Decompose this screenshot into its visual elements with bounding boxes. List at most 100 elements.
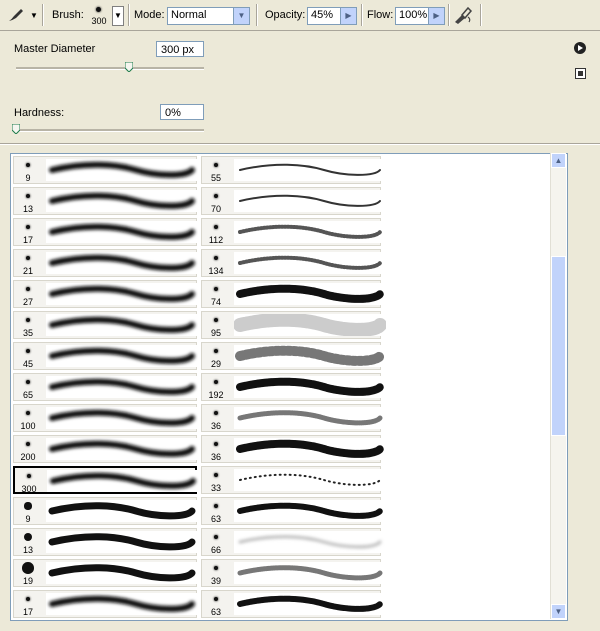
chevron-down-icon[interactable]: ▼ (233, 8, 249, 24)
brush-tip-dot (214, 287, 218, 291)
brush-size-label: 19 (22, 576, 33, 586)
brush-tip-dot (24, 502, 32, 510)
brush-preset-item[interactable]: 9 (13, 156, 198, 184)
brush-tip-icon: 65 (14, 374, 42, 400)
mode-label: Mode: (134, 9, 165, 21)
brush-size-label: 95 (210, 328, 221, 338)
opacity-value: 45% (311, 9, 334, 21)
brush-stroke-preview (234, 500, 386, 522)
master-diameter-slider[interactable] (16, 67, 204, 70)
master-diameter-label: Master Diameter (14, 43, 96, 55)
brush-size-label: 192 (208, 390, 224, 400)
brush-preset-item[interactable]: 66 (201, 528, 386, 556)
vertical-scrollbar[interactable]: ▲ ▼ (550, 153, 566, 619)
brush-preset-item[interactable]: 17 (13, 218, 198, 246)
brush-stroke-preview (234, 469, 386, 491)
new-preset-icon[interactable] (575, 68, 586, 79)
brush-stroke-preview (46, 531, 198, 553)
brush-tip-icon: 17 (14, 591, 42, 617)
flow-field[interactable]: 100% ▶ (395, 7, 445, 25)
brush-tip-dot (26, 163, 30, 167)
brush-preset-item[interactable]: 63 (201, 590, 386, 618)
opacity-field[interactable]: 45% ▶ (307, 7, 357, 25)
brush-size-label: 112 (208, 235, 224, 245)
brush-stroke-preview (46, 252, 198, 274)
panel-menu-icon[interactable] (574, 42, 586, 54)
brush-preset-item[interactable]: 74 (201, 280, 386, 308)
brush-stroke-preview (46, 438, 198, 460)
master-diameter-slider-thumb[interactable] (124, 62, 133, 72)
brush-stroke-preview (234, 593, 386, 615)
brush-tip-dot (214, 504, 218, 508)
brush-tip-icon: 100 (14, 405, 42, 431)
brush-preset-item[interactable]: 100 (13, 404, 198, 432)
brush-preset-item[interactable]: 36 (201, 404, 386, 432)
chevron-down-icon[interactable]: ▼ (30, 11, 38, 20)
brush-size-label: 29 (210, 359, 221, 369)
brush-preset-item[interactable]: 55 (201, 156, 386, 184)
brush-stroke-preview (46, 376, 198, 398)
brush-tip-icon: 55 (202, 157, 230, 183)
brush-preset-item[interactable]: 134 (201, 249, 386, 277)
brush-size-label: 63 (210, 607, 221, 617)
brush-stroke-preview (46, 593, 198, 615)
brush-preset-item[interactable]: 63 (201, 497, 386, 525)
brush-tool-icon[interactable] (6, 6, 26, 24)
brush-tip-dot (26, 411, 30, 415)
brush-preset-item[interactable]: 27 (13, 280, 198, 308)
brush-preset-item[interactable]: 19 (13, 559, 198, 587)
hardness-slider-thumb[interactable] (12, 124, 20, 134)
brush-preset-item[interactable]: 200 (13, 435, 198, 463)
brush-preset-item[interactable]: 70 (201, 187, 386, 215)
brush-tip-icon: 95 (202, 312, 230, 338)
brush-size-label: 100 (20, 421, 36, 431)
brush-tip-dot (214, 163, 218, 167)
brush-stroke-preview (234, 159, 386, 181)
brush-preset-item[interactable]: 21 (13, 249, 198, 277)
brush-preset-item[interactable]: 13 (13, 187, 198, 215)
mode-select[interactable]: Normal ▼ (167, 7, 250, 25)
master-diameter-field[interactable]: 300 px (156, 41, 204, 57)
scroll-down-button[interactable]: ▼ (551, 604, 566, 619)
brush-tip-icon: 200 (14, 436, 42, 462)
brush-stroke-preview (47, 470, 199, 492)
brush-preset-item[interactable]: 300 (13, 466, 199, 494)
hardness-slider[interactable] (16, 129, 204, 132)
brush-size-label: 36 (210, 421, 221, 431)
mode-value: Normal (171, 9, 207, 21)
chevron-right-icon[interactable]: ▶ (340, 8, 356, 24)
brush-preset-item[interactable]: 36 (201, 435, 386, 463)
brush-dropdown-button[interactable]: ▼ (112, 6, 124, 26)
brush-preset-item[interactable]: 45 (13, 342, 198, 370)
brush-stroke-preview (233, 312, 387, 337)
toolbar-divider (256, 4, 258, 26)
brush-preset-item[interactable]: 29 (201, 342, 386, 370)
brush-tip-dot (26, 349, 30, 353)
brush-size-label: 55 (210, 173, 221, 183)
scroll-up-button[interactable]: ▲ (551, 153, 566, 168)
brush-tip-icon: 63 (202, 591, 230, 617)
brush-preset-item[interactable]: 112 (201, 218, 386, 246)
brush-preset-item[interactable]: 65 (13, 373, 198, 401)
brush-preset-list[interactable]: 9 13 17 21 27 35 45 65 100 200 300 9 13 19 17 55 70 112 1… (10, 153, 568, 621)
brush-preset-picker[interactable]: 300 (88, 3, 110, 28)
brush-tip-dot (26, 318, 30, 322)
opacity-label: Opacity: (265, 9, 306, 21)
chevron-right-icon[interactable]: ▶ (428, 8, 444, 24)
scrollbar-thumb[interactable] (551, 256, 566, 436)
brush-tip-icon: 9 (14, 157, 42, 183)
brush-preset-item[interactable]: 39 (201, 559, 386, 587)
hardness-field[interactable]: 0% (160, 104, 204, 120)
brush-preset-item[interactable]: 9 (13, 497, 198, 525)
brush-preset-item[interactable]: 95 (201, 311, 387, 339)
brush-preset-item[interactable]: 13 (13, 528, 198, 556)
brush-size-label: 300 (21, 484, 37, 494)
toolbar-divider (480, 4, 482, 26)
brush-preset-item[interactable]: 35 (13, 311, 198, 339)
brush-preset-item[interactable]: 192 (201, 373, 386, 401)
brush-preset-item[interactable]: 17 (13, 590, 198, 618)
brush-size-label: 36 (210, 452, 221, 462)
brush-preset-item[interactable]: 33 (201, 466, 386, 494)
brush-tip-dot (96, 7, 101, 12)
airbrush-icon[interactable] (452, 5, 474, 25)
